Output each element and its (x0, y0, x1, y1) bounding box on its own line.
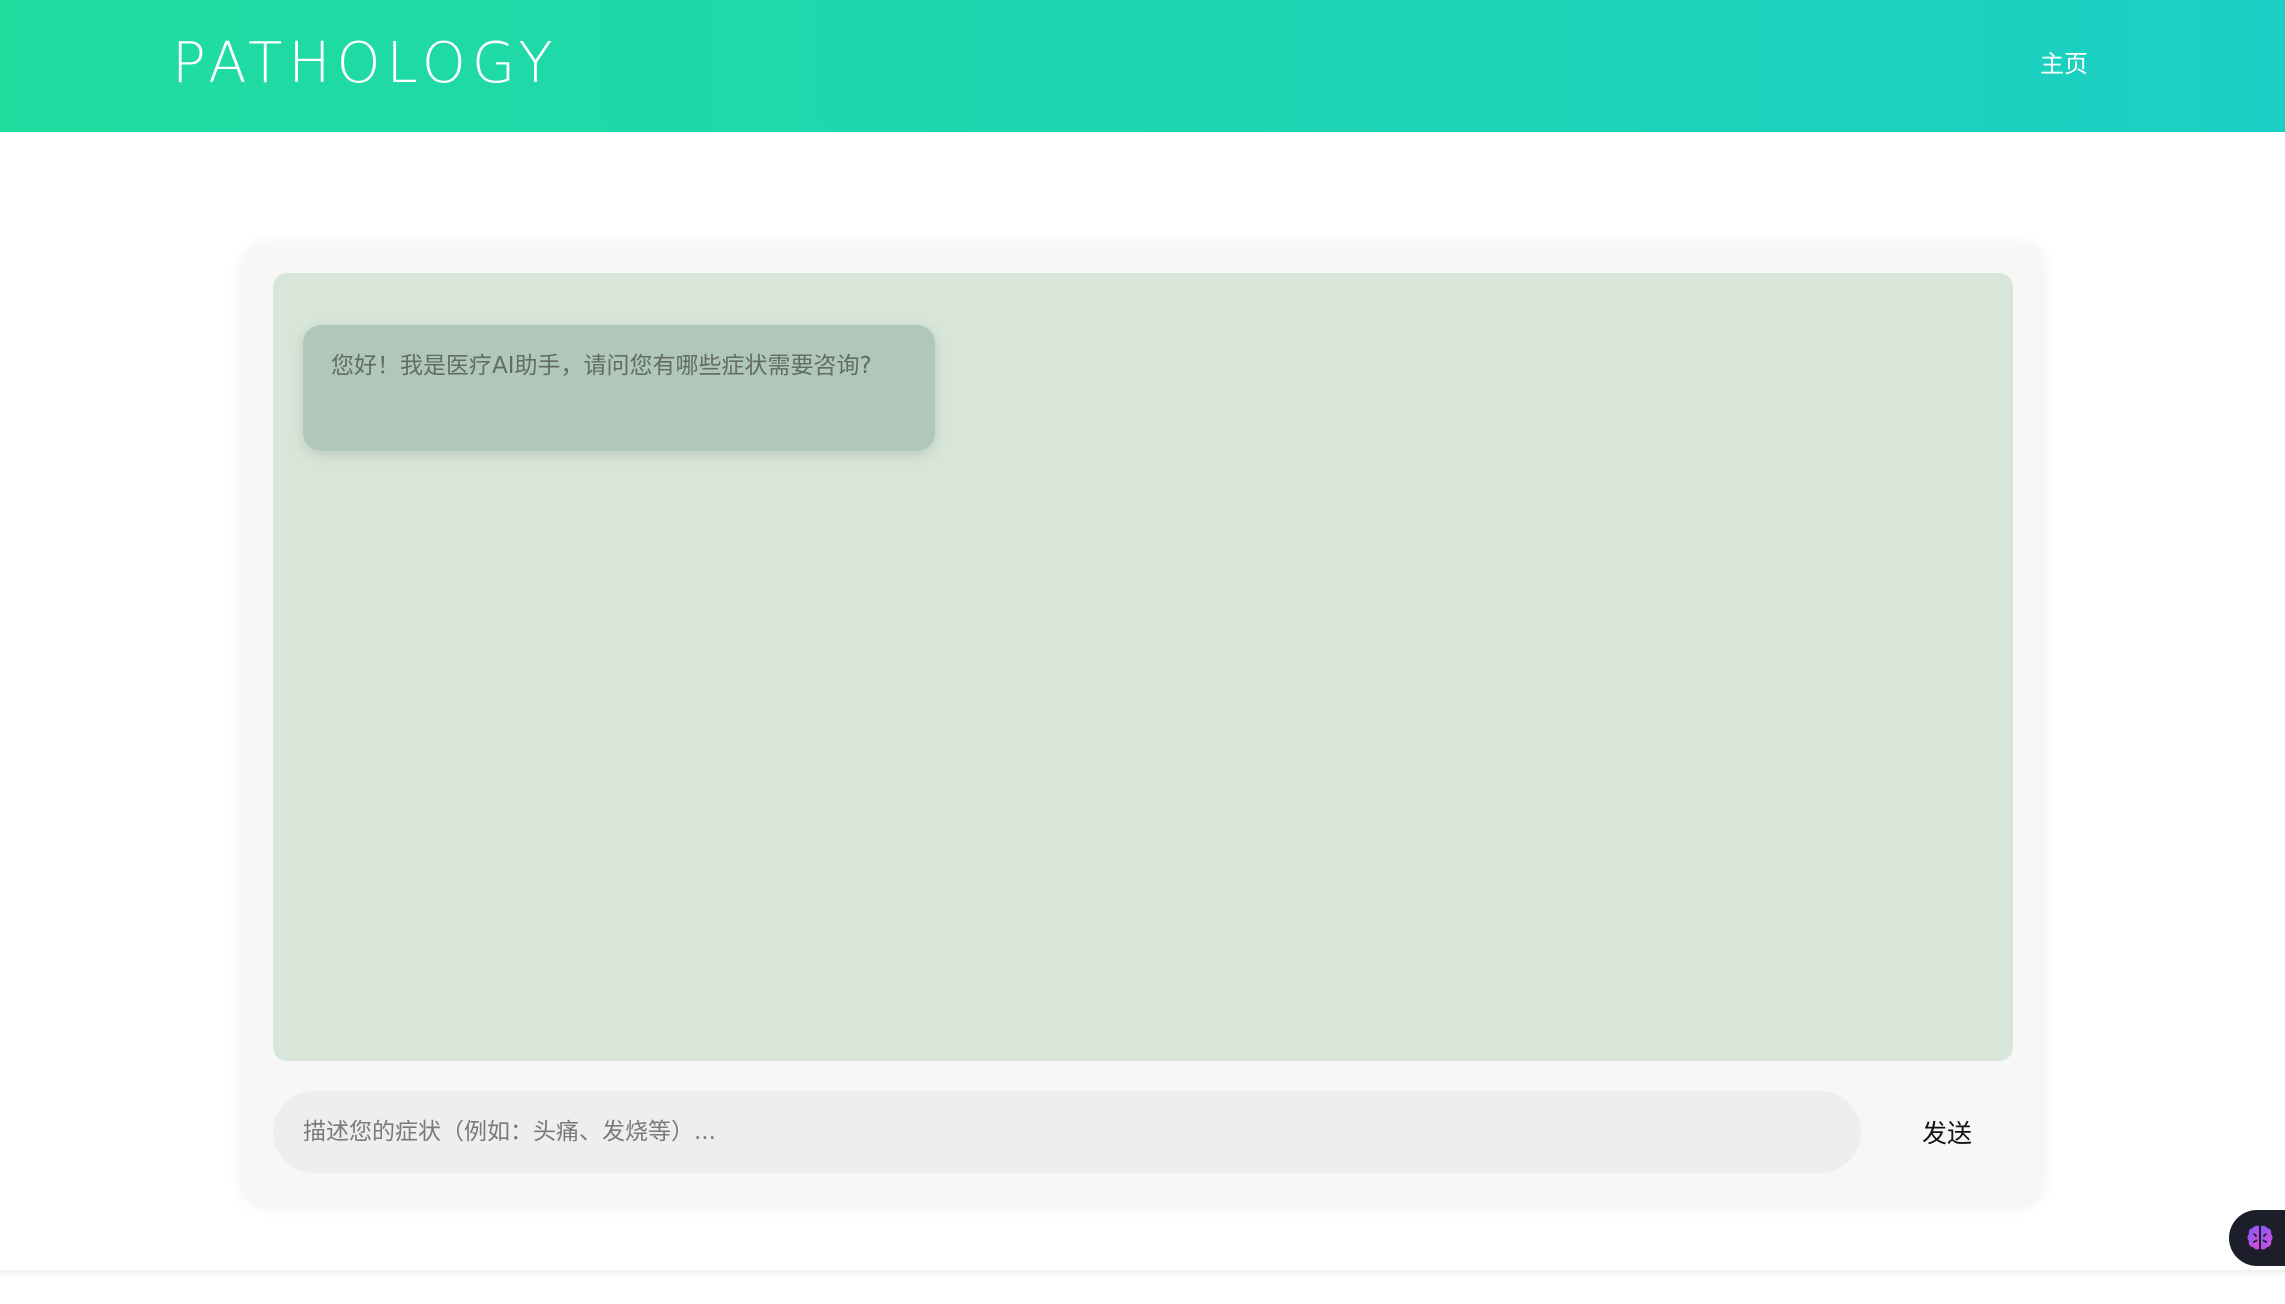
chat-container: 您好！我是医疗AI助手，请问您有哪些症状需要咨询? 发送 (243, 243, 2043, 1203)
assistant-message-bubble: 您好！我是医疗AI助手，请问您有哪些症状需要咨询? (303, 325, 935, 451)
footer-divider (0, 1270, 2285, 1276)
send-button[interactable]: 发送 (1887, 1091, 2007, 1173)
chat-messages-panel[interactable]: 您好！我是医疗AI助手，请问您有哪些症状需要咨询? (273, 273, 2013, 1061)
top-navbar: PATHOLOGY 主页 (0, 0, 2285, 132)
symptom-input[interactable] (273, 1091, 1861, 1173)
brand-logo-text[interactable]: PATHOLOGY (172, 28, 559, 100)
nav-home-link[interactable]: 主页 (2040, 44, 2088, 84)
ai-assistant-floating-button[interactable] (2229, 1210, 2285, 1266)
brain-icon (2247, 1225, 2273, 1250)
chat-input-row: 发送 (273, 1091, 2013, 1173)
